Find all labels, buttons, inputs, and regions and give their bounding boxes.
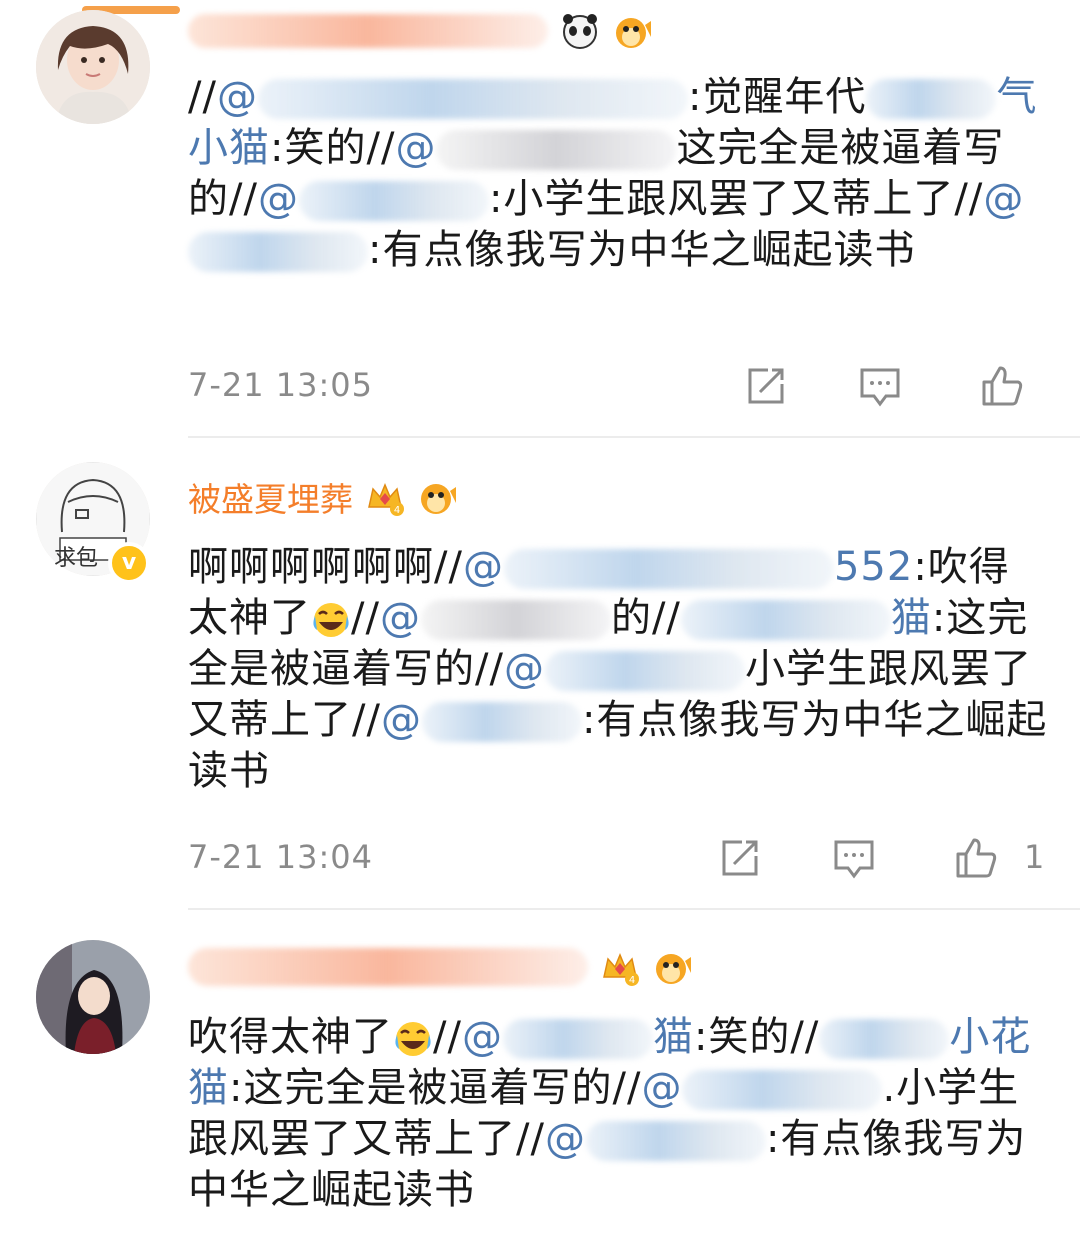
comment-text: 啊啊啊啊啊啊//@ 552:吹得太神了//@ 的//猫:这完全是被逼着写的//@ 小学… [188, 544, 1048, 794]
crown-level4-icon: 4 [365, 477, 405, 517]
timestamp: 7-21 13:05 [188, 366, 374, 404]
mention-redacted[interactable] [188, 232, 368, 272]
mention-redacted[interactable] [819, 1019, 950, 1059]
username[interactable]: 被盛夏埋葬 [188, 473, 353, 521]
username-row [188, 6, 652, 56]
repost-icon [722, 840, 758, 876]
like-button[interactable] [980, 364, 1024, 408]
mention-link[interactable]: @ [217, 74, 258, 120]
repost-button[interactable] [718, 836, 762, 880]
comment-button[interactable] [858, 364, 902, 408]
svg-text:4: 4 [629, 975, 635, 986]
mention-link[interactable]: @ [463, 544, 504, 590]
divider [188, 436, 1080, 438]
divider [188, 908, 1080, 910]
mention-redacted[interactable] [257, 79, 688, 119]
mention-redacted[interactable] [421, 702, 582, 742]
svg-text:4: 4 [394, 505, 400, 516]
mention-link[interactable]: 猫 [891, 595, 932, 641]
mention-link[interactable]: @ [380, 595, 421, 641]
mention-redacted[interactable] [682, 1070, 883, 1110]
avatar-caption: 求包 [54, 546, 99, 571]
mention-redacted[interactable] [585, 1121, 766, 1161]
verified-badge: v [108, 542, 150, 584]
comment-text: 吹得太神了//@ 猫:笑的//小花猫:这完全是被逼着写的//@ .小学生跟风罢了又蒂… [188, 1014, 1032, 1213]
mention-link[interactable]: @ [381, 697, 422, 743]
comment-text: //@:觉醒年代 气小猫:笑的//@ 这完全是被逼着写的//@:小学生跟风罢了又蒂上… [188, 74, 1038, 273]
like-button[interactable] [954, 836, 998, 880]
comment-icon [834, 840, 874, 879]
mention-link[interactable]: @ [462, 1014, 503, 1060]
mention-redacted[interactable] [420, 600, 611, 640]
like-icon [956, 838, 997, 878]
username-redacted[interactable] [188, 948, 588, 986]
emoji-laugh-cry-icon [393, 1019, 433, 1059]
like-count: 1 [1024, 838, 1045, 876]
comment-button[interactable] [832, 836, 876, 880]
emoji-laugh-cry-icon [311, 600, 351, 640]
mention-link[interactable]: @ [395, 125, 436, 171]
mention-redacted[interactable] [544, 651, 745, 691]
mention-link[interactable]: @ [258, 176, 299, 222]
username-row: 被盛夏埋葬 4 [188, 472, 457, 522]
avatar[interactable] [36, 940, 150, 1054]
mention-redacted[interactable] [436, 130, 677, 170]
mention-link[interactable]: @ [983, 176, 1024, 222]
pufferfish-icon [417, 477, 457, 517]
avatar[interactable] [36, 10, 150, 124]
panda-icon [560, 11, 600, 51]
mention-redacted[interactable] [502, 1019, 653, 1059]
pufferfish-icon [652, 947, 692, 987]
like-icon [982, 366, 1023, 406]
username-redacted[interactable] [188, 14, 548, 48]
mention-link[interactable]: 猫 [653, 1014, 694, 1060]
repost-button[interactable] [744, 364, 788, 408]
mention-link[interactable]: @ [504, 646, 545, 692]
mention-redacted[interactable] [298, 181, 489, 221]
crown-level4-icon: 4 [600, 947, 640, 987]
mention-link[interactable]: @ [545, 1116, 586, 1162]
mention-redacted[interactable] [680, 600, 891, 640]
comment-icon [860, 368, 900, 407]
mention-link[interactable]: @ [641, 1065, 682, 1111]
timestamp: 7-21 13:04 [188, 838, 374, 876]
repost-icon [748, 368, 784, 404]
mention-redacted[interactable] [866, 79, 997, 119]
username-row: 4 [188, 942, 692, 992]
mention-link[interactable]: 小 [949, 1014, 990, 1060]
mention-redacted[interactable] [503, 549, 834, 589]
pufferfish-icon [612, 11, 652, 51]
mention-link[interactable]: 552 [834, 544, 913, 590]
